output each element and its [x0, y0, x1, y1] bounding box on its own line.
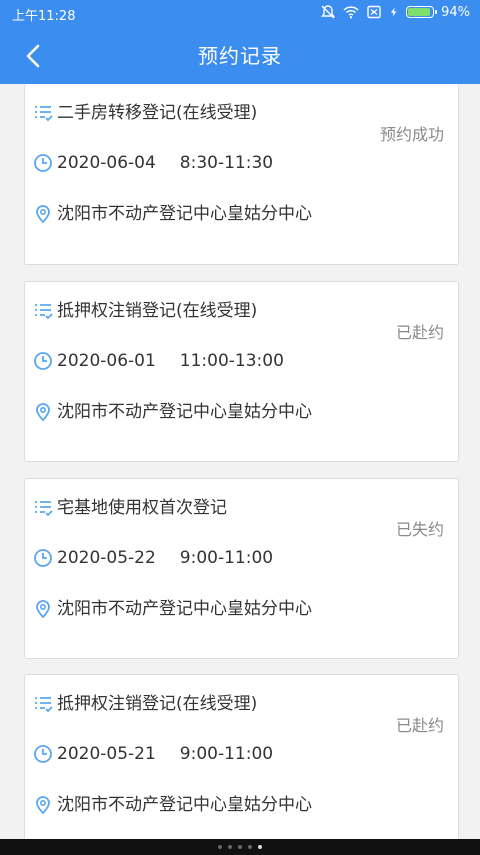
clock-icon — [34, 352, 52, 370]
location-pin-icon — [36, 205, 50, 224]
mute-bell-icon — [321, 5, 335, 19]
page-indicator — [0, 839, 480, 855]
wifi-icon — [343, 6, 359, 19]
location-text: 沈阳市不动产登记中心皇姑分中心 — [57, 795, 312, 815]
appointment-time: 11:00-13:00 — [179, 351, 284, 371]
clock-icon — [34, 745, 52, 763]
service-name: 抵押权注销登记(在线受理) — [57, 694, 258, 714]
appointment-card[interactable]: 宅基地使用权首次登记 已失约 2020-05-22 9:00-11:00 沈阳市… — [24, 478, 459, 659]
page-title: 预约记录 — [198, 44, 282, 68]
status-bar: 上午11:28 94% — [0, 0, 480, 28]
list-check-icon — [35, 501, 53, 517]
page-dot — [228, 845, 232, 849]
appointment-date: 2020-06-04 — [57, 153, 156, 173]
page-dot — [218, 845, 222, 849]
status-label: 预约成功 — [379, 125, 444, 144]
clock-icon — [34, 154, 52, 172]
service-name: 宅基地使用权首次登记 — [57, 498, 227, 518]
appointment-date: 2020-05-22 — [57, 548, 156, 568]
page-dot — [238, 845, 242, 849]
location-text: 沈阳市不动产登记中心皇姑分中心 — [57, 402, 312, 422]
appointment-time: 8:30-11:30 — [179, 153, 274, 173]
charging-bolt-icon — [390, 7, 397, 17]
status-label: 已失约 — [395, 520, 444, 539]
no-sim-icon — [367, 5, 381, 19]
location-pin-icon — [36, 600, 50, 619]
battery-percent: 94% — [441, 4, 470, 20]
appointment-time: 9:00-11:00 — [179, 744, 274, 764]
list-check-icon — [35, 106, 53, 122]
appointment-date: 2020-05-21 — [57, 744, 156, 764]
list-check-icon — [35, 304, 53, 320]
status-label: 已赴约 — [395, 716, 444, 735]
location-pin-icon — [36, 796, 50, 815]
battery-icon — [406, 6, 438, 18]
service-name: 抵押权注销登记(在线受理) — [57, 301, 258, 321]
appointment-card[interactable]: 二手房转移登记(在线受理) 预约成功 2020-06-04 8:30-11:30… — [24, 84, 459, 265]
page-dot — [248, 845, 252, 849]
location-pin-icon — [36, 403, 50, 422]
appointment-date: 2020-06-01 — [57, 351, 156, 371]
service-name: 二手房转移登记(在线受理) — [57, 103, 258, 123]
location-text: 沈阳市不动产登记中心皇姑分中心 — [57, 204, 312, 224]
appointment-card[interactable]: 抵押权注销登记(在线受理) 已赴约 2020-06-01 11:00-13:00… — [24, 281, 459, 462]
appointment-card[interactable]: 抵押权注销登记(在线受理) 已赴约 2020-05-21 9:00-11:00 … — [24, 674, 459, 855]
clock-icon — [34, 549, 52, 567]
location-text: 沈阳市不动产登记中心皇姑分中心 — [57, 599, 312, 619]
appointment-time: 9:00-11:00 — [179, 548, 274, 568]
list-check-icon — [35, 697, 53, 713]
status-label: 已赴约 — [395, 323, 444, 342]
page-header: 预约记录 — [0, 28, 480, 84]
status-time: 上午11:28 — [12, 9, 76, 24]
page-dot-active — [258, 845, 262, 849]
